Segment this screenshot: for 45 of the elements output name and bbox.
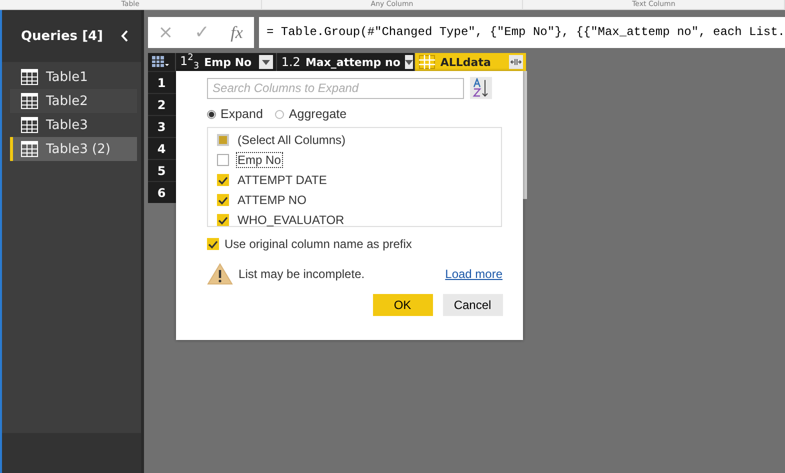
column-name: Emp No xyxy=(204,56,253,68)
query-item[interactable]: Table3 (2) xyxy=(10,137,137,161)
column-checkbox[interactable]: Emp No xyxy=(216,150,501,170)
pane-title: Queries [4] xyxy=(21,28,103,44)
query-item[interactable]: Table3 xyxy=(10,113,137,137)
column-header[interactable]: ALLdata xyxy=(414,53,526,71)
column-checkbox[interactable]: ATTEMPT DATE xyxy=(216,170,501,190)
table-icon xyxy=(21,93,38,109)
warning-message: List may be incomplete. xyxy=(238,267,366,281)
query-item[interactable]: Table2 xyxy=(10,89,137,113)
caret-icon xyxy=(405,60,414,64)
table-type-icon xyxy=(419,55,436,69)
caret-icon xyxy=(262,60,270,64)
column-filter-button[interactable] xyxy=(259,55,274,69)
cancel-button[interactable]: Cancel xyxy=(442,294,503,316)
mode-radio[interactable]: Aggregate xyxy=(274,107,347,121)
column-checkbox[interactable]: WHO_EVALUATOR xyxy=(216,210,501,230)
type-label: 1.2 xyxy=(281,55,300,69)
checkmark-icon xyxy=(218,196,228,204)
checkmark-icon xyxy=(208,240,218,248)
table-icon xyxy=(21,117,38,133)
column-name: ALLdata xyxy=(440,56,492,68)
expand-arrows-icon xyxy=(510,58,522,66)
table-icon xyxy=(21,141,38,157)
column-checkbox[interactable]: (Select All Columns) xyxy=(216,130,501,150)
sort-button[interactable] xyxy=(470,77,492,99)
column-filter-button[interactable] xyxy=(405,55,414,69)
checkmark-icon xyxy=(218,216,228,224)
collapse-chevron-icon[interactable] xyxy=(120,30,129,42)
table-menu-icon xyxy=(152,56,170,68)
warning-icon xyxy=(206,263,233,285)
table-icon xyxy=(21,69,38,85)
load-more-link[interactable]: Load more xyxy=(445,267,503,281)
formula-field[interactable]: = Table.Group(#"Changed Type", {"Emp No"}, {{"Max_attemp no", each List. xyxy=(258,17,785,48)
sort-az-icon xyxy=(472,78,490,98)
expand-column-button[interactable] xyxy=(508,55,523,69)
query-item[interactable]: Table1 xyxy=(10,65,137,89)
mode-radio[interactable]: Expand xyxy=(206,107,263,121)
checkmark-icon xyxy=(218,176,228,184)
column-checkbox[interactable]: ATTEMP NO xyxy=(216,190,501,210)
column-name: Max_attemp no xyxy=(305,56,400,68)
ok-button[interactable]: OK xyxy=(372,294,433,316)
prefix-checkbox[interactable]: Use original column name as prefix xyxy=(206,237,503,251)
search-field[interactable]: Search Columns to Expand xyxy=(206,78,464,98)
insert-function-button[interactable]: fx xyxy=(230,22,243,42)
